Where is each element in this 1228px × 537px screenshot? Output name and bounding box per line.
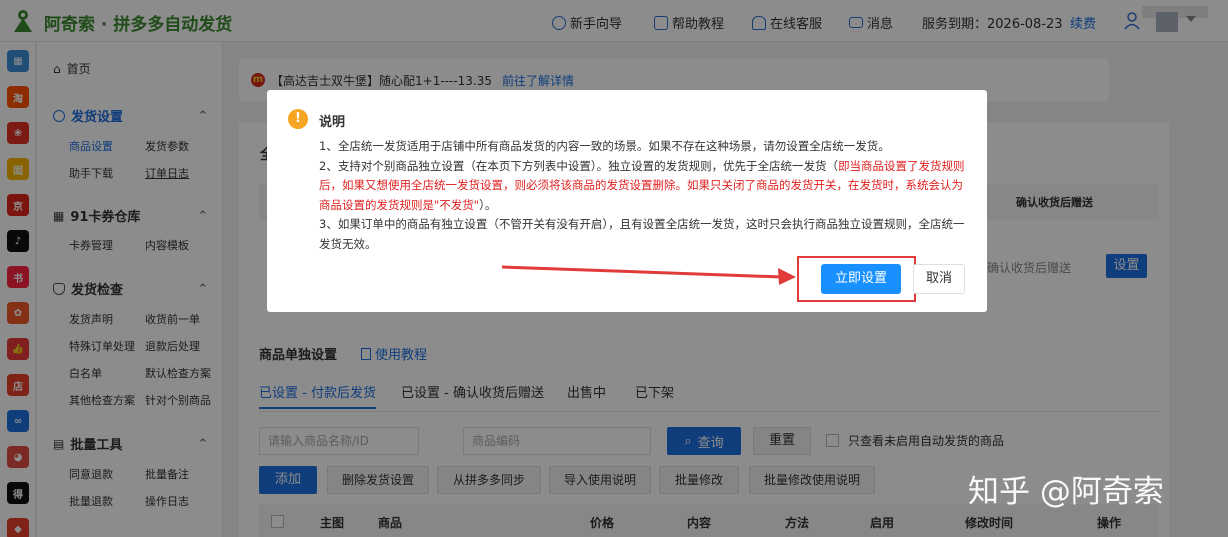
dialog-paragraph-1: 1、全店统一发货适用于店铺中所有商品发货的内容一致的场景。如果不存在这种场景，请… bbox=[319, 139, 890, 153]
info-dialog: ! 说明 1、全店统一发货适用于店铺中所有商品发货的内容一致的场景。如果不存在这… bbox=[267, 90, 987, 312]
dialog-paragraph-2: 2、支持对个别商品独立设置（在本页下方列表中设置）。独立设置的发货规则，优先于全… bbox=[319, 157, 965, 216]
dialog-title: 说明 bbox=[319, 115, 346, 130]
watermark: 知乎 @阿奇索 bbox=[968, 474, 1164, 510]
setup-now-button[interactable]: 立即设置 bbox=[821, 264, 901, 294]
p2-text-a: 2、支持对个别商品独立设置（在本页下方列表中设置）。独立设置的发货规则，优先于全… bbox=[319, 158, 839, 173]
warning-icon: ! bbox=[288, 109, 308, 129]
p2-text-b: ）。 bbox=[479, 197, 497, 212]
dialog-body: 1、全店统一发货适用于店铺中所有商品发货的内容一致的场景。如果不存在这种场景，请… bbox=[319, 137, 965, 254]
cancel-button[interactable]: 取消 bbox=[913, 264, 965, 294]
dialog-paragraph-3: 3、如果订单中的商品有独立设置（不管开关有没有开启），且有设置全店统一发货，这时… bbox=[319, 217, 965, 251]
annotation-arrow bbox=[501, 265, 796, 285]
